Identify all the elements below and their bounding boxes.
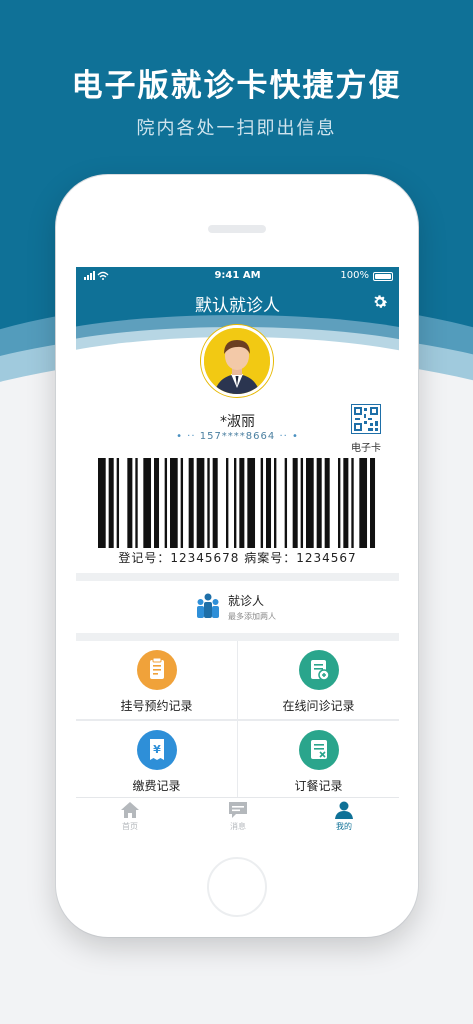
barcode-bar [351,458,354,548]
tab-label: 首页 [122,822,138,831]
battery-icon [373,272,393,281]
barcode-bar [274,458,277,548]
barcode-bar [260,458,264,548]
section-divider [76,633,399,641]
visitor-title: 就诊人 [228,594,265,608]
app-screen: 9:41 AM 100% 默认就诊人 *淑丽 • ·· 157****8664 … [76,267,399,837]
service-appointment-records[interactable]: 挂号预约记录 [76,641,237,719]
service-online-consult-records[interactable]: 在线问诊记录 [238,641,399,719]
barcode-bar [98,458,106,548]
barcode-bar [180,458,184,548]
phone-home-button[interactable] [207,857,267,917]
tab-home[interactable]: 首页 [90,801,170,832]
patient-phone-number: 157****8664 [199,431,276,442]
barcode-bar [370,458,376,548]
service-payment-records[interactable]: ¥ 缴费记录 [76,721,237,799]
barcode-bar [300,458,304,548]
service-label: 订餐记录 [294,779,343,793]
status-bar: 9:41 AM 100% [76,267,399,285]
home-icon [121,802,139,818]
barcode-bar [170,458,178,548]
barcode-bar [338,458,341,548]
service-label: 挂号预约记录 [120,699,193,713]
promo-headline: 电子版就诊卡快捷方便 [71,68,402,104]
section-divider [76,573,399,581]
barcode-bar [164,458,168,548]
service-grid: 挂号预约记录 在线问诊记录 ¥ 缴费记录 订餐记录 [76,641,399,799]
barcode-bar [306,458,314,548]
barcode-bar [154,458,160,548]
qr-code-icon [351,404,381,434]
tab-bar: 首页 消息 我的 [76,797,399,837]
registration-info: 登记号：12345678 病案号：1234567 [118,551,357,565]
barcode-bar [247,458,256,548]
barcode-bar [284,458,288,548]
barcode-bar [143,458,152,548]
barcode-bar [207,458,210,548]
clipboard-icon [136,650,177,690]
gear-icon[interactable] [371,293,389,311]
barcode-bar [188,458,194,548]
phone-frame: 9:41 AM 100% 默认就诊人 *淑丽 • ·· 157****8664 … [56,175,418,937]
page-title: 默认就诊人 [195,296,280,316]
message-icon [229,802,247,818]
barcode-bar [234,458,237,548]
barcode-bar [359,458,368,548]
promo-subline: 院内各处一扫即出信息 [136,118,337,139]
medical-chat-icon [298,650,339,690]
meal-order-icon [298,730,339,770]
barcode-bar [239,458,245,548]
tab-label: 消息 [230,822,246,831]
visitor-manager-row[interactable]: 就诊人 最多添加两人 [76,581,399,633]
e-card-label: 电子卡 [351,443,381,454]
battery-percent: 100% [340,270,369,281]
tab-mine[interactable]: 我的 [304,801,384,832]
service-label: 在线问诊记录 [282,699,355,713]
svg-text:¥: ¥ [153,743,161,756]
barcode-bar [226,458,229,548]
barcode-bar [196,458,205,548]
avatar [201,325,273,397]
service-meal-order-records[interactable]: 订餐记录 [238,721,399,799]
barcode [98,458,376,548]
barcode-bar [316,458,322,548]
barcode-bar [212,458,218,548]
barcode-bar [127,458,133,548]
barcode-bar [266,458,272,548]
barcode-bar [292,458,298,548]
barcode-bar [343,458,349,548]
barcode-bar [108,458,114,548]
service-label: 缴费记录 [132,779,181,793]
barcode-bar [116,458,120,548]
barcode-bar [324,458,330,548]
tab-messages[interactable]: 消息 [198,801,278,832]
visitor-subtitle: 最多添加两人 [228,612,276,621]
barcode-bar [135,458,138,548]
user-icon [335,801,353,819]
tab-label: 我的 [336,822,352,831]
receipt-icon: ¥ [136,730,177,770]
e-card-button[interactable]: 电子卡 [348,404,384,454]
phone-speaker [208,225,266,233]
people-group-icon [196,593,220,623]
